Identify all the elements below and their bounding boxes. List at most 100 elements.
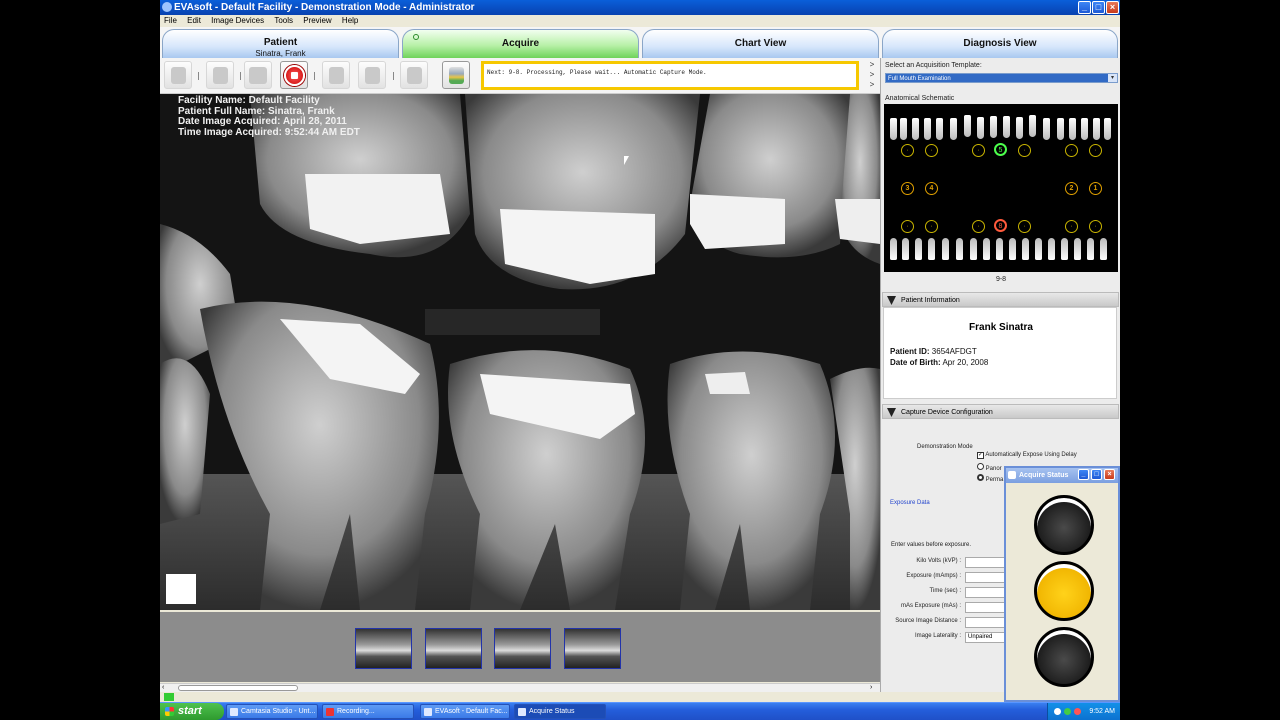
tooth-icon[interactable] (1003, 116, 1010, 138)
collapse-icon[interactable] (887, 408, 896, 417)
maximize-button[interactable]: □ (1091, 469, 1102, 480)
capture-slot[interactable]: · (925, 220, 938, 233)
tooth-icon[interactable] (1048, 238, 1055, 260)
tab-chart-view[interactable]: Chart View (642, 29, 879, 58)
capture-slot[interactable]: · (1018, 220, 1031, 233)
tooth-icon[interactable] (1022, 238, 1029, 260)
capture-slot-captured[interactable]: 4 (925, 182, 938, 195)
capture-config-header[interactable]: Capture Device Configuration (882, 404, 1119, 419)
xray-thumbnail[interactable] (494, 628, 551, 669)
tab-patient[interactable]: Patient Sinatra, Frank (162, 29, 399, 58)
panoramic-option[interactable]: Panor (977, 463, 1002, 472)
capture-slot[interactable]: · (901, 220, 914, 233)
mamps-input[interactable] (965, 572, 1005, 583)
capture-slot[interactable]: · (1065, 220, 1078, 233)
scroll-left-icon[interactable]: ‹ (162, 684, 164, 692)
tooth-icon[interactable] (983, 238, 990, 260)
tooth-tool-1-button[interactable] (164, 61, 192, 89)
task-camtasia[interactable]: Camtasia Studio - Unt... (226, 704, 318, 719)
start-button[interactable]: start (160, 703, 224, 720)
tooth-icon[interactable] (942, 238, 949, 260)
tray-network-icon[interactable] (1054, 708, 1061, 715)
checkbox-checked-icon[interactable]: ✓ (977, 452, 984, 459)
tooth-icon[interactable] (1016, 117, 1023, 139)
tooth-icon[interactable] (1035, 238, 1042, 260)
xray-image-viewer[interactable]: Facility Name: Default Facility Patient … (160, 94, 880, 610)
tooth-icon[interactable] (928, 238, 935, 260)
tooth-icon[interactable] (1029, 115, 1036, 137)
capture-slot[interactable]: · (901, 144, 914, 157)
radio-selected-icon[interactable] (977, 474, 984, 481)
tooth-icon[interactable] (970, 238, 977, 260)
xray-thumbnail[interactable] (355, 628, 412, 669)
tab-diagnosis-view[interactable]: Diagnosis View (882, 29, 1118, 58)
task-acquire-status[interactable]: Acquire Status (514, 704, 606, 719)
tooth-icon[interactable] (977, 117, 984, 139)
tooth-icon[interactable] (1074, 238, 1081, 260)
template-select[interactable]: Full Mouth Examination ▾ (885, 73, 1118, 83)
tooth-icon[interactable] (1093, 118, 1100, 140)
clock[interactable]: 9:52 AM (1089, 708, 1115, 715)
tray-status-icon[interactable] (1064, 708, 1071, 715)
maximize-button[interactable]: □ (1092, 1, 1105, 14)
capture-slot[interactable]: · (972, 144, 985, 157)
radio-icon[interactable] (977, 463, 984, 470)
capture-slot[interactable]: · (972, 220, 985, 233)
capture-slot[interactable]: · (1065, 144, 1078, 157)
capture-slot[interactable]: · (925, 144, 938, 157)
menu-file[interactable]: File (164, 16, 177, 25)
menu-edit[interactable]: Edit (187, 16, 201, 25)
capture-slot[interactable]: · (1018, 144, 1031, 157)
tooth-icon[interactable] (956, 238, 963, 260)
stop-capture-button[interactable] (280, 61, 308, 89)
tooth-icon[interactable] (1069, 118, 1076, 140)
tooth-icon[interactable] (900, 118, 907, 140)
close-button[interactable]: × (1106, 1, 1119, 14)
tooth-icon[interactable] (950, 118, 957, 140)
tooth-tool-2-button[interactable] (206, 61, 234, 89)
tooth-icon[interactable] (912, 118, 919, 140)
task-evasoft[interactable]: EVAsoft - Default Fac... (420, 704, 510, 719)
sensor-button[interactable] (244, 61, 272, 89)
task-recording[interactable]: Recording... (322, 704, 414, 719)
capture-slot-captured[interactable]: 1 (1089, 182, 1102, 195)
close-button[interactable]: × (1104, 469, 1115, 480)
menu-help[interactable]: Help (342, 16, 358, 25)
menu-tools[interactable]: Tools (274, 16, 293, 25)
tooth-icon[interactable] (996, 238, 1003, 260)
tooth-icon[interactable] (1009, 238, 1016, 260)
tooth-icon[interactable] (890, 118, 897, 140)
capture-slot-captured[interactable]: 3 (901, 182, 914, 195)
permanent-option[interactable]: Perma (977, 474, 1003, 483)
device-button[interactable] (442, 61, 470, 89)
tooth-icon[interactable] (936, 118, 943, 140)
minimize-button[interactable]: _ (1078, 469, 1089, 480)
patient-info-header[interactable]: Patient Information (882, 292, 1119, 307)
capture-slot-captured[interactable]: 2 (1065, 182, 1078, 195)
time-input[interactable] (965, 587, 1005, 598)
capture-slot-next[interactable]: 8 (994, 219, 1007, 232)
acquire-status-titlebar[interactable]: Acquire Status _ □ × (1006, 468, 1118, 483)
horizontal-scrollbar[interactable]: ‹ › (160, 683, 880, 692)
tab-acquire[interactable]: Acquire (402, 29, 639, 58)
rotate-button[interactable] (322, 61, 350, 89)
flip-button[interactable] (358, 61, 386, 89)
toolbar-scroll-arrows[interactable]: > > > (866, 60, 878, 92)
tooth-icon[interactable] (964, 115, 971, 137)
tray-record-icon[interactable] (1074, 708, 1081, 715)
menu-image-devices[interactable]: Image Devices (211, 16, 264, 25)
tooth-icon[interactable] (890, 238, 897, 260)
xray-thumbnail[interactable] (425, 628, 482, 669)
tooth-icon[interactable] (990, 116, 997, 138)
scroll-right-icon[interactable]: › (870, 684, 872, 692)
tooth-icon[interactable] (1043, 118, 1050, 140)
xray-thumbnail[interactable] (564, 628, 621, 669)
tooth-icon[interactable] (1100, 238, 1107, 260)
tooth-icon[interactable] (1081, 118, 1088, 140)
auto-expose-option[interactable]: ✓ Automatically Expose Using Delay (977, 452, 1077, 459)
scroll-thumb[interactable] (178, 685, 298, 691)
chevron-down-icon[interactable]: ▾ (1108, 74, 1117, 82)
tooth-icon[interactable] (1087, 238, 1094, 260)
tooth-icon[interactable] (1061, 238, 1068, 260)
kvp-input[interactable] (965, 557, 1005, 568)
